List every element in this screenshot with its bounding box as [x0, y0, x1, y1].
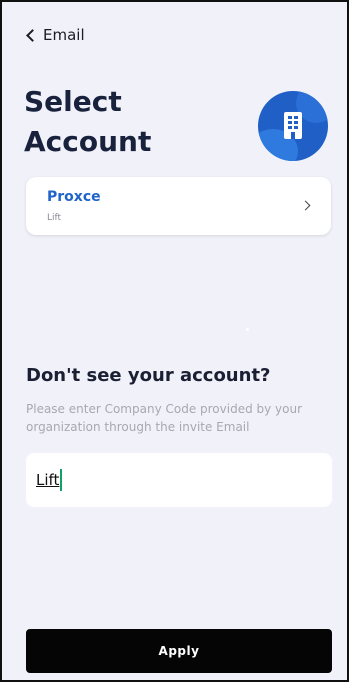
back-button[interactable]: Email — [25, 26, 85, 44]
account-name: Proxce — [47, 189, 101, 205]
account-subtitle: Lift — [47, 213, 62, 223]
company-code-input[interactable]: Lift — [26, 453, 332, 507]
page-title: Select Account — [24, 85, 152, 158]
chevron-right-icon — [300, 200, 311, 211]
back-label: Email — [43, 26, 85, 44]
building-icon — [284, 112, 302, 139]
select-account-screen: Email Select Account Proxce Lift Don't s… — [0, 0, 349, 682]
decorative-dot — [246, 328, 249, 331]
company-code-hint: Please enter Company Code provided by yo… — [26, 402, 303, 434]
apply-button[interactable]: Apply — [26, 629, 332, 673]
chevron-left-icon — [26, 28, 39, 42]
account-card-proxce[interactable]: Proxce Lift — [26, 177, 331, 235]
company-avatar — [258, 91, 328, 161]
section-title: Don't see your account? — [26, 365, 271, 386]
company-code-value: Lift — [36, 471, 60, 489]
text-caret — [60, 469, 62, 491]
